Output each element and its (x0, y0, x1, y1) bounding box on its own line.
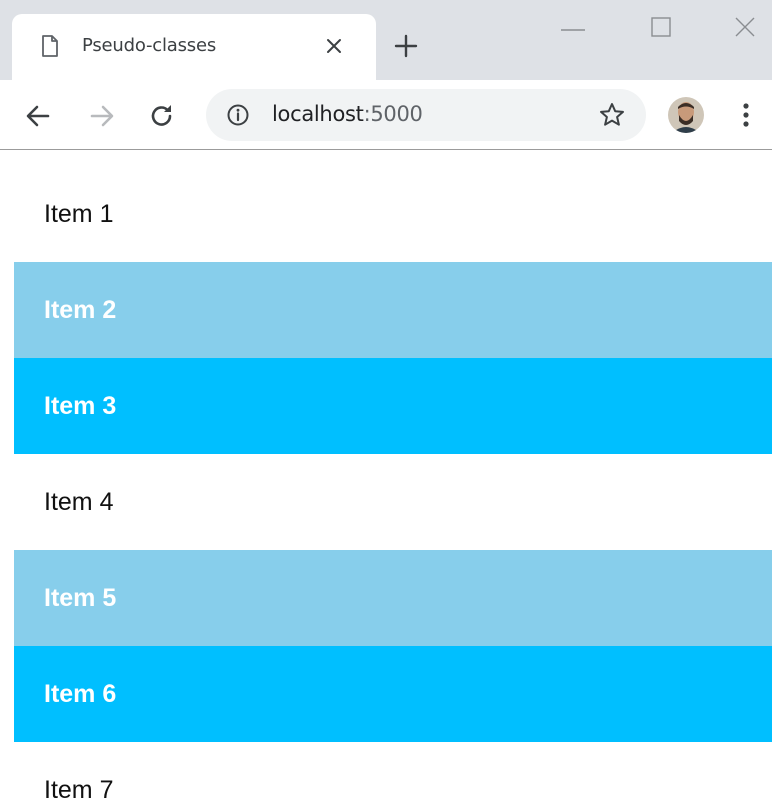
plus-icon[interactable] (394, 34, 418, 58)
url-port: :5000 (363, 102, 423, 126)
arrow-left-icon[interactable] (24, 102, 52, 130)
tab-title: Pseudo-classes (82, 35, 217, 56)
list-item: Item 1 (44, 199, 114, 228)
close-icon[interactable] (324, 36, 344, 56)
address-bar[interactable]: localhost:5000 (206, 89, 646, 141)
page-icon (40, 34, 60, 58)
item-list: Item 1 Item 2 Item 3 Item 4 Item 5 Item … (14, 166, 772, 803)
list-item: Item 4 (44, 487, 114, 516)
list-item: Item 5 (14, 550, 772, 646)
list-item: Item 7 (44, 775, 114, 803)
kebab-menu-icon[interactable] (740, 100, 752, 130)
star-icon[interactable] (598, 101, 626, 129)
arrow-right-icon[interactable] (88, 102, 116, 130)
tab-strip: Pseudo-classes (0, 0, 772, 80)
browser-tab[interactable]: Pseudo-classes (12, 14, 376, 80)
browser-toolbar: localhost:5000 (0, 80, 772, 150)
maximize-icon[interactable] (646, 12, 676, 42)
info-icon[interactable] (226, 103, 250, 127)
minimize-icon[interactable] (558, 12, 588, 42)
list-item: Item 3 (14, 358, 772, 454)
list-item: Item 2 (14, 262, 772, 358)
window-close-icon[interactable] (730, 12, 760, 42)
reload-icon[interactable] (148, 102, 176, 130)
url-host: localhost (272, 102, 364, 126)
page-content: Item 1 Item 2 Item 3 Item 4 Item 5 Item … (0, 151, 772, 803)
list-item: Item 6 (14, 646, 772, 742)
url-text[interactable]: localhost:5000 (272, 102, 423, 126)
avatar[interactable] (668, 97, 704, 133)
